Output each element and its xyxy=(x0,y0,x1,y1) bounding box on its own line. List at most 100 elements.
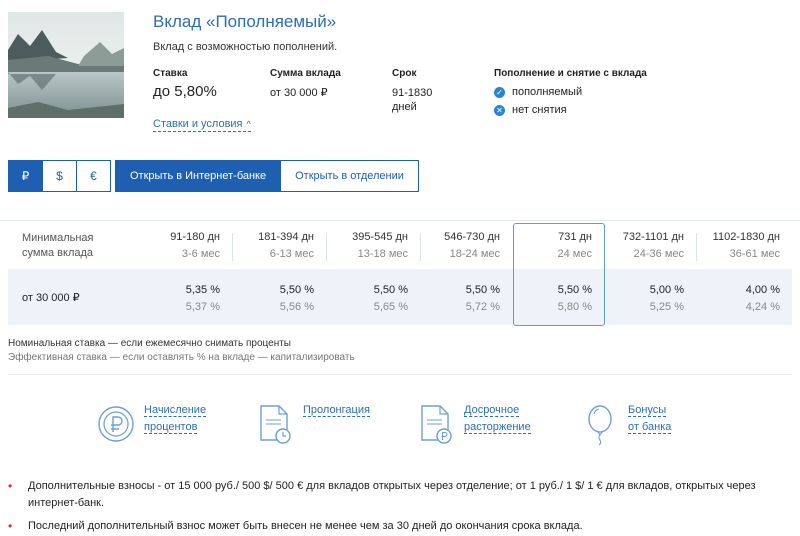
deposit-title: Вклад «Пополняемый» xyxy=(153,12,337,31)
currency-switch: ₽ $ € xyxy=(8,160,111,192)
amount-value: от 30 000 ₽ xyxy=(270,87,328,99)
term-label: Срок xyxy=(392,68,417,79)
feature-label-line2: от банка xyxy=(628,421,672,434)
feature-prolongation[interactable]: Пролонгация xyxy=(255,402,370,446)
term-column-header[interactable]: 181-394 дн 6-13 мес xyxy=(224,230,314,262)
feature-early-termination[interactable]: Досрочное расторжение xyxy=(416,402,531,446)
document-clock-icon xyxy=(260,405,291,444)
effective-rate: 5,56 % xyxy=(279,301,314,313)
effective-rate: 5,25 % xyxy=(649,301,684,313)
currency-eur-button[interactable]: € xyxy=(76,160,111,192)
rates-table-header: Минимальная сумма вклада 91-180 дн 3-6 м… xyxy=(8,221,792,267)
amount-label: Сумма вклада xyxy=(270,68,341,79)
term-days: 546-730 дн xyxy=(444,231,500,243)
option-withdraw: ✕ нет снятия xyxy=(494,103,647,117)
bullet-dot-icon: • xyxy=(8,519,13,533)
term-column-header[interactable]: 91-180 дн 3-6 мес xyxy=(130,230,220,262)
options-label: Пополнение и снятие с вклада xyxy=(494,68,647,79)
term-column-header-selected[interactable]: 731 дн 24 мес xyxy=(502,230,592,262)
effective-rate: 5,80 % xyxy=(557,301,592,313)
term-months: 24 мес xyxy=(557,248,592,260)
open-deposit-buttons: Открыть в Интернет-банке Открыть в отдел… xyxy=(115,160,419,192)
nominal-rate: 5,50 % xyxy=(373,284,408,296)
feature-label-line2: процентов xyxy=(144,421,198,434)
term-days: 91-180 дн xyxy=(170,231,220,243)
feature-label-line1: Досрочное xyxy=(464,404,520,417)
nominal-rate: 5,35 % xyxy=(185,284,220,296)
term-months: 6-13 мес xyxy=(269,248,314,260)
rate-cell[interactable]: 5,35 % 5,37 % xyxy=(130,283,220,315)
term-column-header[interactable]: 1102-1830 дн 36-61 мес xyxy=(690,230,780,262)
rate-value: до 5,80% xyxy=(153,83,217,100)
currency-rub-button[interactable]: ₽ xyxy=(8,160,43,192)
nominal-rate-note: Номинальная ставка — если ежемесячно сни… xyxy=(8,338,291,349)
rate-cell[interactable]: 4,00 % 4,24 % xyxy=(690,283,780,315)
term-days: 731 дн xyxy=(558,231,592,243)
deposit-thumbnail xyxy=(8,12,124,118)
rates-link-label: Ставки и условия xyxy=(153,118,243,130)
rates-and-conditions-link[interactable]: Ставки и условия ^ xyxy=(153,118,251,132)
term-days: 732-1101 дн xyxy=(622,231,684,243)
effective-rate: 5,65 % xyxy=(373,301,408,313)
currency-usd-button[interactable]: $ xyxy=(42,160,77,192)
feature-label: Досрочное расторжение xyxy=(464,402,531,446)
term-value-days: 91-1830 xyxy=(392,87,433,99)
effective-rate: 4,24 % xyxy=(745,301,780,313)
feature-interest-accrual[interactable]: Начисление процентов xyxy=(96,402,207,446)
nominal-rate: 5,00 % xyxy=(649,284,684,296)
condition-text: Дополнительные взносы - от 15 000 руб./ … xyxy=(28,480,756,509)
min-amount-header: Минимальная сумма вклада xyxy=(22,231,94,261)
rates-table-row: от 30 000 ₽ 5,35 % 5,37 % 5,50 % 5,56 % … xyxy=(8,269,792,325)
term-column-header[interactable]: 732-1101 дн 24-36 мес xyxy=(594,230,684,262)
feature-label: Начисление процентов xyxy=(144,402,207,446)
term-months: 24-36 мес xyxy=(633,248,684,260)
option-topup-label: пополняемый xyxy=(512,86,583,98)
open-online-button[interactable]: Открыть в Интернет-банке xyxy=(115,160,282,192)
balloon-icon xyxy=(588,405,612,446)
term-days: 395-545 дн xyxy=(352,231,408,243)
feature-label: Бонусы от банка xyxy=(628,402,672,446)
term-months: 18-24 мес xyxy=(449,248,500,260)
document-ruble-icon xyxy=(421,405,452,444)
rate-cell[interactable]: 5,00 % 5,25 % xyxy=(594,283,684,315)
chevron-up-icon: ^ xyxy=(246,119,251,129)
feature-label-line2: расторжение xyxy=(464,421,531,434)
effective-rate: 5,72 % xyxy=(465,301,500,313)
amount-block: Сумма вклада от 30 000 ₽ xyxy=(270,68,341,100)
bullet-dot-icon: • xyxy=(8,479,13,493)
effective-rate: 5,37 % xyxy=(185,301,220,313)
rate-cell-selected[interactable]: 5,50 % 5,80 % xyxy=(502,283,592,315)
check-icon: ✓ xyxy=(494,86,505,98)
feature-bank-bonuses[interactable]: Бонусы от банка xyxy=(580,402,672,446)
condition-bullet: • Последний дополнительный взнос может б… xyxy=(8,518,792,535)
rate-label: Ставка xyxy=(153,68,188,79)
rate-cell[interactable]: 5,50 % 5,72 % xyxy=(410,283,500,315)
open-office-button[interactable]: Открыть в отделении xyxy=(280,160,419,192)
rate-block: Ставка до 5,80% xyxy=(153,68,217,99)
term-column-header[interactable]: 395-545 дн 13-18 мес xyxy=(318,230,408,262)
rate-cell[interactable]: 5,50 % 5,56 % xyxy=(224,283,314,315)
nominal-rate: 5,50 % xyxy=(279,284,314,296)
feature-label-line1: Начисление xyxy=(144,404,207,417)
min-amount-header-line1: Минимальная xyxy=(22,232,94,244)
effective-rate-note: Эффективная ставка — если оставлять % на… xyxy=(8,352,355,363)
ruble-coin-icon xyxy=(98,406,134,442)
condition-text: Последний дополнительный взнос может быт… xyxy=(28,520,583,532)
term-value-unit: дней xyxy=(392,101,417,113)
nominal-rate: 5,50 % xyxy=(557,284,592,296)
term-block: Срок 91-1830 дней xyxy=(392,68,432,114)
min-amount-header-line2: сумма вклада xyxy=(22,247,94,259)
feature-label-line1: Пролонгация xyxy=(303,404,370,417)
row-min-amount: от 30 000 ₽ xyxy=(22,292,80,304)
feature-label-line1: Бонусы xyxy=(628,404,667,417)
feature-label: Пролонгация xyxy=(303,402,370,446)
condition-bullet: • Дополнительные взносы - от 15 000 руб.… xyxy=(8,478,792,512)
term-value: 91-1830 дней xyxy=(392,86,432,114)
term-column-header[interactable]: 546-730 дн 18-24 мес xyxy=(410,230,500,262)
option-topup: ✓ пополняемый xyxy=(494,85,647,99)
option-withdraw-label: нет снятия xyxy=(512,104,567,116)
deposit-subtitle: Вклад с возможностью пополнений. xyxy=(153,41,338,53)
term-months: 13-18 мес xyxy=(357,248,408,260)
rate-cell[interactable]: 5,50 % 5,65 % xyxy=(318,283,408,315)
options-block: Пополнение и снятие с вклада ✓ пополняем… xyxy=(494,68,647,117)
